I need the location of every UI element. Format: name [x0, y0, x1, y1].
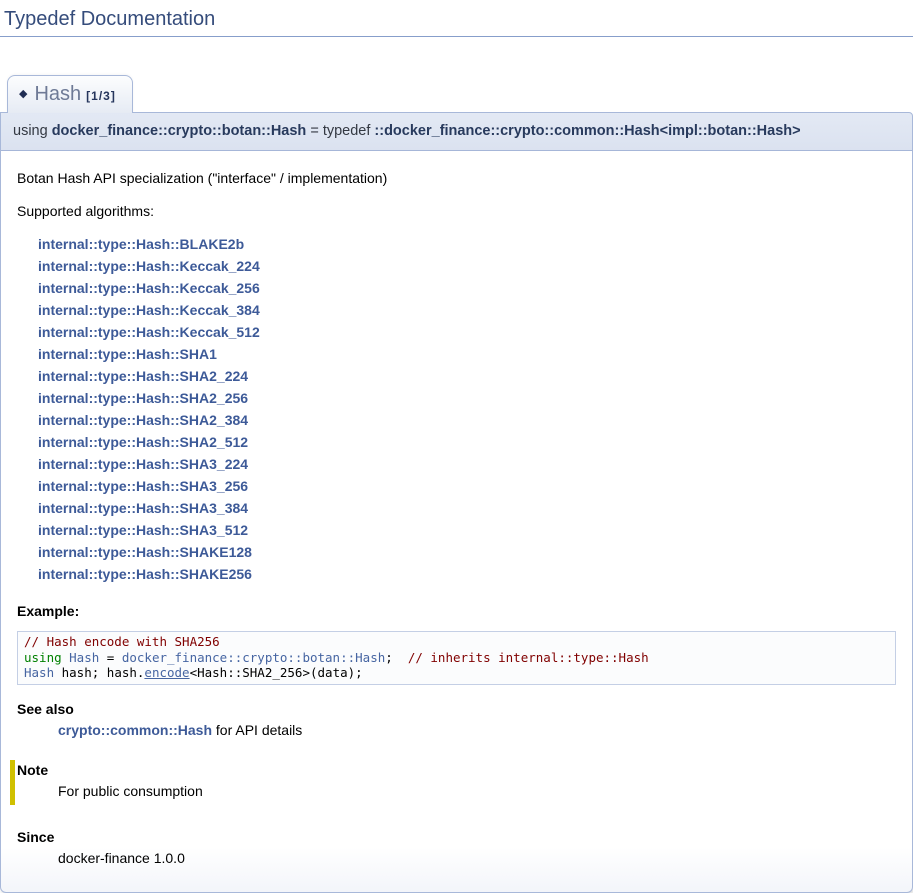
member-overload-count: [1/3]: [86, 89, 116, 103]
list-item: internal::type::Hash::SHAKE256: [38, 563, 896, 585]
algorithm-list: internal::type::Hash::BLAKE2b internal::…: [17, 233, 896, 585]
see-also-link[interactable]: crypto::common::Hash: [58, 722, 212, 738]
list-item: internal::type::Hash::BLAKE2b: [38, 233, 896, 255]
member-declaration: using docker_finance::crypto::botan::Has…: [0, 112, 913, 151]
code-line: using Hash = docker_finance::crypto::bot…: [24, 650, 889, 666]
algorithm-link[interactable]: internal::type::Hash::SHA1: [38, 346, 217, 362]
typedef-name-link[interactable]: docker_finance::crypto::botan::Hash: [52, 123, 307, 139]
note-label: Note: [17, 762, 896, 778]
algorithm-link[interactable]: internal::type::Hash::Keccak_384: [38, 302, 260, 318]
algorithm-link[interactable]: internal::type::Hash::SHA3_224: [38, 456, 248, 472]
list-item: internal::type::Hash::SHA2_384: [38, 409, 896, 431]
member-tab: ◆ Hash [1/3]: [7, 75, 133, 113]
see-also-section: See also crypto::common::Hash for API de…: [17, 701, 896, 738]
note-text: For public consumption: [58, 783, 896, 799]
see-also-content: crypto::common::Hash for API details: [58, 722, 896, 738]
supported-algorithms-label: Supported algorithms:: [17, 203, 896, 219]
member-name: Hash: [34, 83, 81, 105]
list-item: internal::type::Hash::SHA3_384: [38, 497, 896, 519]
algorithm-link[interactable]: internal::type::Hash::SHA3_512: [38, 522, 248, 538]
code-text: =: [99, 650, 122, 665]
algorithm-link[interactable]: internal::type::Hash::SHA2_384: [38, 412, 248, 428]
algorithm-link[interactable]: internal::type::Hash::BLAKE2b: [38, 236, 244, 252]
code-line: Hash hash; hash.encode<Hash::SHA2_256>(d…: [24, 665, 889, 681]
permalink-diamond-icon[interactable]: ◆: [19, 88, 27, 100]
algorithm-link[interactable]: internal::type::Hash::SHA2_224: [38, 368, 248, 384]
list-item: internal::type::Hash::Keccak_224: [38, 255, 896, 277]
code-hash-link[interactable]: Hash: [24, 665, 54, 680]
example-label: Example:: [17, 603, 896, 619]
algorithm-link[interactable]: internal::type::Hash::Keccak_224: [38, 258, 260, 274]
list-item: internal::type::Hash::SHA1: [38, 343, 896, 365]
see-also-suffix: for API details: [212, 722, 302, 738]
list-item: internal::type::Hash::Keccak_256: [38, 277, 896, 299]
list-item: internal::type::Hash::Keccak_512: [38, 321, 896, 343]
algorithm-link[interactable]: internal::type::Hash::Keccak_256: [38, 280, 260, 296]
declaration-equals: = typedef: [306, 123, 374, 139]
member-documentation: Botan Hash API specialization ("interfac…: [0, 151, 913, 893]
list-item: internal::type::Hash::SHA2_224: [38, 365, 896, 387]
note-section: Note For public consumption: [10, 760, 896, 805]
algorithm-link[interactable]: internal::type::Hash::SHA3_384: [38, 500, 248, 516]
code-typedef-link[interactable]: docker_finance::crypto::botan::Hash: [122, 650, 385, 665]
list-item: internal::type::Hash::SHA3_512: [38, 519, 896, 541]
code-comment: // inherits internal::type::Hash: [408, 650, 649, 665]
code-text: <Hash::SHA2_256>(data);: [190, 665, 363, 680]
page-title: Typedef Documentation: [0, 8, 913, 37]
list-item: internal::type::Hash::SHA2_256: [38, 387, 896, 409]
member-description: Botan Hash API specialization ("interfac…: [17, 170, 896, 186]
typedef-target-link[interactable]: ::docker_finance::crypto::common::Hash<i…: [374, 123, 800, 139]
code-encode-link[interactable]: encode: [144, 665, 189, 680]
algorithm-link[interactable]: internal::type::Hash::SHAKE256: [38, 566, 252, 582]
list-item: internal::type::Hash::SHAKE128: [38, 541, 896, 563]
declaration-keyword: using: [13, 123, 52, 139]
list-item: internal::type::Hash::SHA2_512: [38, 431, 896, 453]
code-line: // Hash encode with SHA256: [24, 634, 889, 650]
see-also-label: See also: [17, 701, 896, 717]
list-item: internal::type::Hash::SHA3_256: [38, 475, 896, 497]
member-item: using docker_finance::crypto::botan::Has…: [0, 112, 913, 893]
code-text: ;: [385, 650, 408, 665]
algorithm-link[interactable]: internal::type::Hash::SHAKE128: [38, 544, 252, 560]
list-item: internal::type::Hash::SHA3_224: [38, 453, 896, 475]
algorithm-link[interactable]: internal::type::Hash::SHA3_256: [38, 478, 248, 494]
code-block: // Hash encode with SHA256 using Hash = …: [17, 631, 896, 685]
code-keyword: using: [24, 650, 69, 665]
code-comment: // Hash encode with SHA256: [24, 634, 220, 649]
since-section: Since docker-finance 1.0.0: [17, 829, 896, 866]
since-label: Since: [17, 829, 896, 845]
typedef-documentation-page: Typedef Documentation ◆ Hash [1/3] using d…: [0, 0, 913, 893]
algorithm-link[interactable]: internal::type::Hash::Keccak_512: [38, 324, 260, 340]
code-text: hash; hash.: [54, 665, 144, 680]
since-text: docker-finance 1.0.0: [58, 850, 896, 866]
list-item: internal::type::Hash::Keccak_384: [38, 299, 896, 321]
algorithm-link[interactable]: internal::type::Hash::SHA2_512: [38, 434, 248, 450]
algorithm-link[interactable]: internal::type::Hash::SHA2_256: [38, 390, 248, 406]
code-hash-link[interactable]: Hash: [69, 650, 99, 665]
